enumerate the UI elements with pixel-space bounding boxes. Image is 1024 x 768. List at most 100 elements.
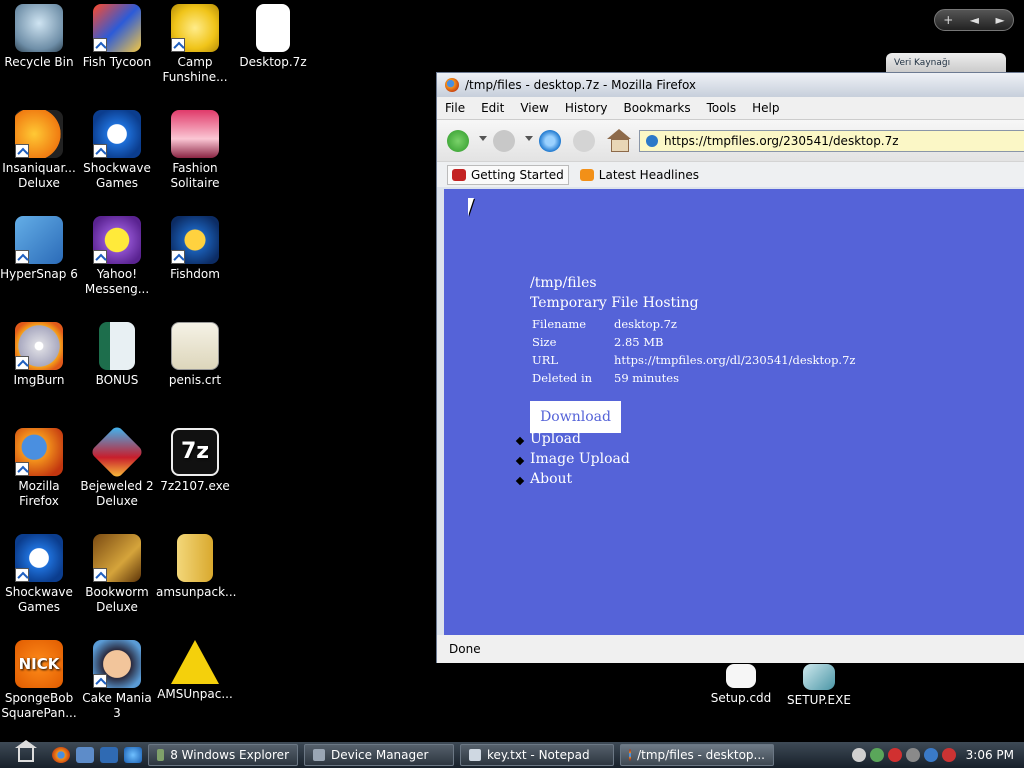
link-image-upload[interactable]: Image Upload — [530, 451, 630, 471]
desktop-icon-amsunpac[interactable]: AMSUnpac... — [156, 640, 234, 702]
taskbar-windows-explorer[interactable]: 8 Windows Explorer — [148, 744, 298, 766]
desktop-icon-cake-mania[interactable]: Cake Mania 3 — [78, 640, 156, 721]
tray-security-icon[interactable] — [869, 748, 884, 762]
desktop-icon-shockwave-games[interactable]: Shockwave Games — [78, 110, 156, 191]
taskbar-device-manager[interactable]: Device Manager — [304, 744, 454, 766]
desktop-icon-bejeweled[interactable]: Bejeweled 2 Deluxe — [78, 424, 156, 509]
tray-volume-muted-icon[interactable] — [941, 748, 956, 762]
taskbar: 8 Windows Explorer Device Manager key.tx… — [0, 740, 1024, 768]
home-icon — [15, 740, 37, 762]
add-gadget-button[interactable]: + — [943, 13, 953, 27]
reload-button[interactable] — [539, 130, 561, 152]
desktop-icon-insaniquarium[interactable]: Insaniquar... Deluxe — [0, 110, 78, 191]
desktop-icon-shockwave-games-2[interactable]: Shockwave Games — [0, 534, 78, 615]
gadget-tab[interactable]: Veri Kaynağı — [886, 53, 1006, 73]
site-identity-icon[interactable] — [646, 135, 658, 147]
tray-icon[interactable] — [851, 748, 866, 762]
menu-help[interactable]: Help — [752, 101, 779, 115]
tray-device-icon[interactable] — [905, 748, 920, 762]
site-nav-links: Upload Image Upload About — [530, 431, 630, 491]
stop-button[interactable] — [573, 130, 595, 152]
desktop-icon-spongebob[interactable]: NICK SpongeBob SquarePan... — [0, 640, 78, 721]
desktop-icon-penis-crt[interactable]: penis.crt — [156, 322, 234, 388]
taskbar-firefox[interactable]: /tmp/files - desktop... — [620, 744, 774, 766]
desktop-icon-setup-exe[interactable]: SETUP.EXE — [780, 664, 858, 708]
cake-mania-icon — [93, 640, 141, 688]
bookmark-latest-headlines[interactable]: Latest Headlines — [575, 165, 704, 185]
device-manager-icon — [313, 749, 325, 761]
firefox-icon — [629, 749, 632, 761]
start-button[interactable] — [0, 740, 52, 768]
desktop-icon-yahoo-messenger[interactable]: Yahoo! Messeng... — [78, 216, 156, 297]
mouse-cursor-icon — [468, 198, 474, 216]
desktop-icon-camp-funshine[interactable]: Camp Funshine... — [156, 4, 234, 85]
desktop-icon-recycle-bin[interactable]: Recycle Bin — [0, 4, 78, 70]
desktop-icon-fishdom[interactable]: Fishdom — [156, 216, 234, 282]
bookworm-icon — [93, 534, 141, 582]
desktop-icon-firefox[interactable]: Mozilla Firefox — [0, 428, 78, 509]
file-icon — [256, 4, 290, 52]
url-bar[interactable]: https://tmpfiles.org/230541/desktop.7z — [639, 130, 1024, 152]
desktop-icon-desktop-7z[interactable]: Desktop.7z — [234, 4, 312, 70]
back-history-chevron-icon[interactable] — [479, 136, 487, 141]
page-content: /tmp/files Temporary File Hosting Filena… — [444, 189, 1024, 635]
window-titlebar[interactable]: /tmp/files - desktop.7z - Mozilla Firefo… — [437, 73, 1024, 97]
home-button[interactable] — [607, 129, 631, 152]
sidebar-gadget-controls: + ◄ ► — [934, 9, 1014, 31]
next-gadget-button[interactable]: ► — [996, 13, 1005, 27]
desktop-icon-bonus[interactable]: BONUS — [78, 322, 156, 388]
menu-history[interactable]: History — [565, 101, 608, 115]
file-info-table: Filename desktop.7z Size 2.85 MB URL https:… — [530, 315, 857, 387]
quicklaunch-desktop-icon[interactable] — [76, 747, 94, 763]
menu-file[interactable]: File — [445, 101, 465, 115]
insaniquarium-icon — [15, 110, 63, 158]
desktop-icon-7z2107[interactable]: 7z 7z2107.exe — [156, 428, 234, 494]
desktop-icon-amsunpack[interactable]: amsunpack... — [156, 534, 236, 600]
site-title[interactable]: /tmp/files — [530, 275, 597, 291]
hypersnap-icon — [15, 216, 63, 264]
system-tray: 3:06 PM — [844, 742, 1024, 768]
setup-icon — [803, 664, 835, 690]
desktop-icon-bookworm[interactable]: Bookworm Deluxe — [78, 534, 156, 615]
previous-gadget-button[interactable]: ◄ — [970, 13, 979, 27]
link-upload[interactable]: Upload — [530, 431, 630, 451]
tray-network-icon[interactable] — [923, 748, 938, 762]
table-row: Size 2.85 MB — [532, 335, 664, 349]
quicklaunch-switch-windows-icon[interactable] — [100, 747, 118, 763]
desktop-icon-fashion-solitaire[interactable]: Fashion Solitaire — [156, 110, 234, 191]
quicklaunch-ie-icon[interactable] — [124, 747, 142, 763]
firefox-icon — [445, 78, 459, 92]
desktop-icon-fish-tycoon[interactable]: Fish Tycoon — [78, 4, 156, 70]
forward-history-chevron-icon[interactable] — [525, 136, 533, 141]
clock[interactable]: 3:06 PM — [966, 748, 1014, 762]
menu-bookmarks[interactable]: Bookmarks — [624, 101, 691, 115]
window-title: /tmp/files - desktop.7z - Mozilla Firefo… — [465, 78, 697, 92]
nick-icon: NICK — [15, 640, 63, 688]
rss-icon — [579, 168, 594, 181]
desktop-icon-imgburn[interactable]: ImgBurn — [0, 322, 78, 388]
back-button[interactable] — [447, 130, 469, 152]
shockwave-icon — [15, 534, 63, 582]
menu-tools[interactable]: Tools — [707, 101, 737, 115]
site-subtitle: Temporary File Hosting — [530, 295, 699, 311]
bookmark-getting-started[interactable]: Getting Started — [447, 164, 569, 185]
recycle-bin-icon — [15, 4, 63, 52]
menu-view[interactable]: View — [520, 101, 548, 115]
camp-funshine-icon — [171, 4, 219, 52]
link-about[interactable]: About — [530, 471, 630, 491]
quicklaunch-firefox-icon[interactable] — [52, 747, 70, 763]
firefox-window: /tmp/files - desktop.7z - Mozilla Firefo… — [436, 72, 1024, 663]
firefox-icon — [15, 428, 63, 476]
tray-blocked-icon[interactable] — [887, 748, 902, 762]
desktop-icon-hypersnap[interactable]: HyperSnap 6 — [0, 216, 78, 282]
bonus-icon — [99, 322, 135, 370]
status-bar: Done — [437, 635, 1024, 663]
taskbar-notepad[interactable]: key.txt - Notepad — [460, 744, 614, 766]
table-row: Filename desktop.7z — [532, 317, 677, 331]
firefox-bookmark-icon — [452, 168, 466, 181]
download-button[interactable]: Download — [530, 401, 621, 433]
menu-edit[interactable]: Edit — [481, 101, 504, 115]
bejeweled-icon — [89, 424, 145, 480]
desktop-icon-setup-cdd[interactable]: Setup.cdd — [702, 664, 780, 706]
forward-button[interactable] — [493, 130, 515, 152]
